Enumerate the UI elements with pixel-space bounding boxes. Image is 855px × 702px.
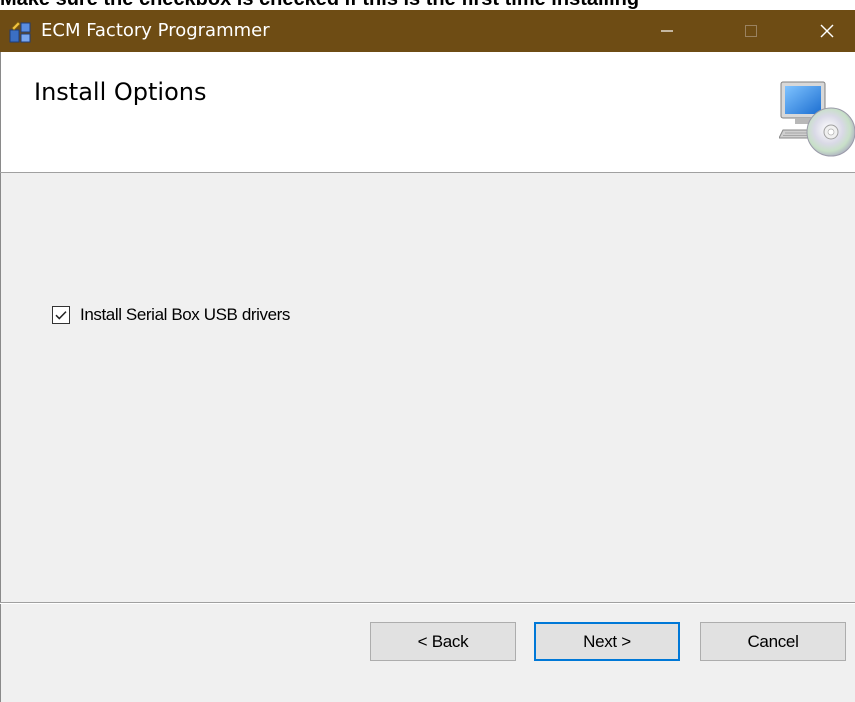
serial-usb-label[interactable]: Install Serial Box USB drivers <box>80 304 290 326</box>
serial-usb-checkbox[interactable] <box>52 306 70 324</box>
title-bar[interactable]: ECM Factory Programmer <box>0 10 855 52</box>
close-icon <box>820 24 834 38</box>
options-panel: Install Serial Box USB drivers <box>0 173 855 602</box>
wizard-footer: < Back Next > Cancel <box>0 604 855 702</box>
page-title: Install Options <box>34 78 207 106</box>
instruction-caption: Make sure the checkbox is checked if thi… <box>0 0 855 10</box>
wizard-header: Install Options <box>0 52 855 172</box>
cancel-button[interactable]: Cancel <box>700 622 846 661</box>
minimize-button[interactable] <box>640 10 694 52</box>
minimize-icon <box>661 30 673 32</box>
maximize-button <box>724 10 778 52</box>
maximize-icon <box>745 25 757 37</box>
computer-cd-icon <box>779 81 855 157</box>
next-button[interactable]: Next > <box>534 622 680 661</box>
back-button[interactable]: < Back <box>370 622 516 661</box>
installer-app-icon <box>9 21 31 43</box>
window-title: ECM Factory Programmer <box>41 20 270 41</box>
installer-window: ECM Factory Programmer Install Options I… <box>0 10 855 702</box>
checkmark-icon <box>55 311 67 320</box>
close-button[interactable] <box>800 10 854 52</box>
